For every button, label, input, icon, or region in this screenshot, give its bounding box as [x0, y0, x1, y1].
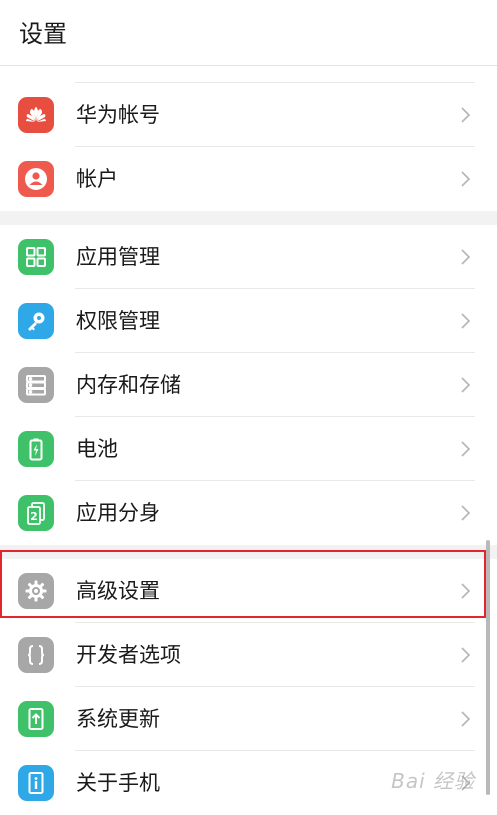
settings-group-apps: 应用管理 权限管理 内存和存储 电池 2 应用分身 — [0, 225, 497, 545]
chevron-right-icon — [461, 441, 471, 457]
highlight-box — [0, 550, 486, 618]
chevron-right-icon — [461, 171, 471, 187]
user-account-icon — [18, 161, 54, 197]
app-twin-icon: 2 — [18, 495, 54, 531]
chevron-right-icon — [461, 313, 471, 329]
settings-item-label: 电池 — [76, 437, 118, 461]
settings-item-app-twin[interactable]: 2 应用分身 — [0, 481, 497, 545]
settings-item-storage[interactable]: 内存和存储 — [0, 353, 497, 417]
settings-item-label: 开发者选项 — [76, 643, 181, 667]
settings-item-label: 权限管理 — [76, 309, 160, 333]
settings-item-accounts[interactable]: 帐户 — [0, 147, 497, 211]
settings-item-label: 应用分身 — [76, 501, 160, 525]
system-update-icon — [18, 701, 54, 737]
settings-item-label: 华为帐号 — [76, 103, 160, 127]
settings-item-battery[interactable]: 电池 — [0, 417, 497, 481]
settings-item-system-update[interactable]: 系统更新 — [0, 687, 497, 751]
settings-item-label: 内存和存储 — [76, 373, 181, 397]
chevron-right-icon — [461, 505, 471, 521]
chevron-right-icon — [461, 107, 471, 123]
svg-text:2: 2 — [30, 510, 38, 523]
page-title: 设置 — [19, 20, 67, 48]
info-icon — [18, 765, 54, 801]
settings-item-app-management[interactable]: 应用管理 — [0, 225, 497, 289]
chevron-right-icon — [461, 377, 471, 393]
huawei-logo-icon — [18, 97, 54, 133]
settings-item-label: 应用管理 — [76, 245, 160, 269]
app-header: 设置 — [0, 0, 497, 66]
top-strip — [0, 66, 497, 83]
scrollbar[interactable] — [486, 540, 490, 795]
key-icon — [18, 303, 54, 339]
chevron-right-icon — [461, 711, 471, 727]
watermark: Bai 经验 — [391, 769, 475, 793]
settings-item-huawei-account[interactable]: 华为帐号 — [0, 83, 497, 147]
settings-item-label: 帐户 — [76, 167, 118, 191]
settings-group-accounts: 华为帐号 帐户 — [0, 83, 497, 211]
settings-item-permissions[interactable]: 权限管理 — [0, 289, 497, 353]
battery-icon — [18, 431, 54, 467]
chevron-right-icon — [461, 647, 471, 663]
braces-icon — [18, 637, 54, 673]
group-separator — [0, 211, 497, 225]
settings-item-label: 关于手机 — [76, 771, 160, 795]
settings-item-developer-options[interactable]: 开发者选项 — [0, 623, 497, 687]
app-grid-icon — [18, 239, 54, 275]
chevron-right-icon — [461, 249, 471, 265]
settings-item-label: 系统更新 — [76, 707, 160, 731]
storage-icon — [18, 367, 54, 403]
